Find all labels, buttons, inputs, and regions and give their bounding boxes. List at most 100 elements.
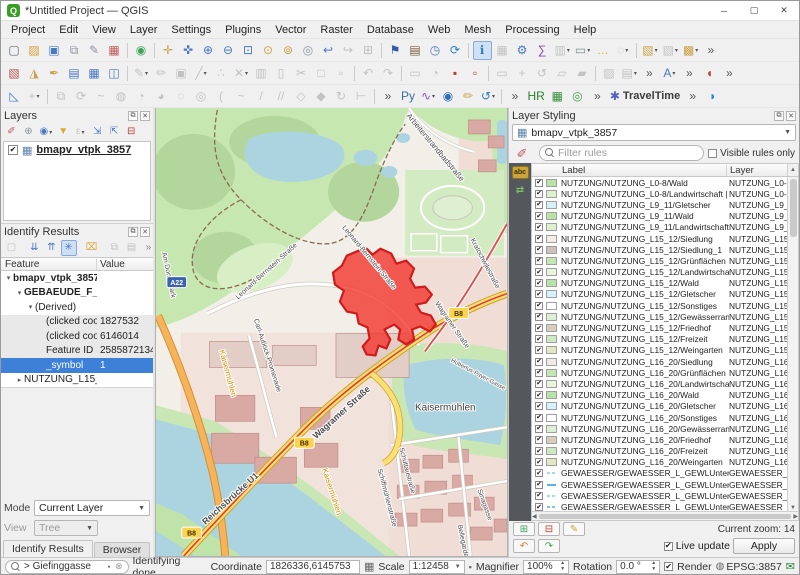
rules-vertical-scrollbar[interactable]: ▼ — [787, 177, 798, 511]
extents-icon[interactable]: ▦ — [364, 560, 374, 573]
menu-plugins[interactable]: Plugins — [218, 23, 268, 37]
rule-row[interactable]: ✔NUTZUNG/NUTZUNG_L9_11/GletscherNUTZUNG_… — [532, 199, 787, 210]
add-rule-button[interactable]: ⊞ — [513, 522, 535, 536]
temporal-controller[interactable]: ◷ — [426, 41, 445, 60]
style-manager[interactable]: ▦ — [105, 41, 124, 60]
rule-row[interactable]: ✔NUTZUNG/NUTZUNG_L15_12/Siedlung_1NUTZUN… — [532, 244, 787, 255]
rule-row[interactable]: ✔GEWAESSER/GEWAESSER_L_GEWLUnterirdisch/… — [532, 501, 787, 511]
coordinate-input[interactable]: 1826336,6145753 — [266, 560, 360, 574]
menu-mesh[interactable]: Mesh — [457, 23, 498, 37]
toolbar-overflow[interactable]: » — [640, 64, 659, 83]
visible-rules-checkbox[interactable] — [708, 149, 717, 158]
rule-checkbox[interactable]: ✔ — [535, 302, 543, 310]
project-properties[interactable]: ✎ — [85, 41, 104, 60]
undo-style-button[interactable]: ↶ — [513, 539, 535, 553]
rule-checkbox[interactable]: ✔ — [535, 279, 543, 287]
rule-row[interactable]: ✔NUTZUNG/NUTZUNG_L15_12/WeingartenNUTZUN… — [532, 345, 787, 356]
menu-project[interactable]: Project — [4, 23, 52, 37]
rule-checkbox[interactable]: ✔ — [535, 414, 543, 422]
save-project-as[interactable]: ⧉ — [65, 41, 84, 60]
rule-checkbox[interactable]: ✔ — [535, 335, 543, 343]
menu-database[interactable]: Database — [360, 23, 421, 37]
new-bookmark[interactable]: ⚑ — [386, 41, 405, 60]
manage-map-themes[interactable]: ◉▾ — [38, 124, 55, 140]
styling-layer-combo[interactable]: ▦ bmapv_vtpk_3857 ▼ — [512, 124, 796, 141]
identify-row[interactable]: ▾GEBAEUDE_F_AGG — [1, 286, 153, 301]
toolbar-overflow[interactable]: » — [701, 41, 720, 60]
scrollbar-thumb[interactable] — [790, 179, 797, 237]
add-group[interactable]: ⊕ — [21, 124, 37, 140]
crs-status-button[interactable]: ◍ EPSG:3857 — [716, 561, 782, 573]
hr-plugin[interactable]: HR — [526, 87, 547, 106]
rule-row[interactable]: ✔NUTZUNG/NUTZUNG_L15_12/SiedlungNUTZUNG_… — [532, 233, 787, 244]
rule-row[interactable]: ✔GEWAESSER/GEWAESSER_L_GEWLUnterirdisch/… — [532, 490, 787, 501]
expand-all[interactable]: ⇲ — [89, 124, 105, 140]
rule-checkbox[interactable]: ✔ — [535, 190, 543, 198]
rule-row[interactable]: ✔NUTZUNG/NUTZUNG_L16_20/GewässerrandNUTZ… — [532, 423, 787, 434]
scale-combo[interactable]: 1:12458▼ — [409, 560, 465, 574]
identify-row[interactable]: _symbol1 — [1, 358, 153, 373]
menu-web[interactable]: Web — [421, 23, 457, 37]
add-spatialite-layer[interactable]: ✒ — [45, 64, 64, 83]
select-by-form[interactable]: ▩▾ — [681, 41, 700, 60]
identify-row[interactable]: Feature ID2585872134 — [1, 344, 153, 359]
map-tips[interactable]: … — [593, 41, 612, 60]
locator-input[interactable]: > Giefinggasse ◔ ⊗ — [5, 560, 129, 574]
select-features[interactable]: ▧▾ — [640, 41, 659, 60]
rule-checkbox[interactable]: ✔ — [535, 447, 543, 455]
edit-rule-button[interactable]: ✎ — [563, 522, 585, 536]
rule-checkbox[interactable]: ✔ — [535, 492, 543, 500]
rule-row[interactable]: ✔GEWAESSER/GEWAESSER_L_GEWLUnterirdisch/… — [532, 468, 787, 479]
rule-checkbox[interactable]: ✔ — [535, 469, 543, 477]
share-project[interactable]: ◉ — [132, 41, 151, 60]
measure-line[interactable]: ▭▾ — [573, 41, 592, 60]
menu-edit[interactable]: Edit — [52, 23, 85, 37]
rule-row[interactable]: ✔NUTZUNG/NUTZUNG_L9_11/Landwirtschaft | … — [532, 222, 787, 233]
identify-row[interactable]: ▸NUTZUNG_L15_12 — [1, 373, 153, 388]
enable-snapping[interactable]: ◖ — [700, 64, 719, 83]
tree-expanded-icon[interactable]: ▾ — [15, 289, 24, 297]
layer-checkbox[interactable]: ✔ — [8, 145, 18, 155]
render-checkbox[interactable]: ✔ — [664, 562, 673, 571]
toolbar-overflow[interactable]: » — [588, 87, 607, 106]
rule-row[interactable]: ✔NUTZUNG/NUTZUNG_L16_20/SonstigesNUTZUNG… — [532, 412, 787, 423]
filter-legend[interactable]: ▼ — [55, 124, 71, 140]
history-tab[interactable]: ⇄ — [512, 184, 529, 197]
pan-map[interactable]: ✛ — [159, 41, 178, 60]
save-project[interactable]: ▣ — [45, 41, 64, 60]
zoom-full[interactable]: ⊡ — [239, 41, 258, 60]
add-mesh-layer[interactable]: ◫ — [105, 64, 124, 83]
zoom-to-selection[interactable]: ⊙ — [259, 41, 278, 60]
scroll-up-icon[interactable]: ▲ — [787, 164, 798, 176]
identify-float-icon[interactable]: ⧉ — [128, 227, 138, 237]
rule-row[interactable]: ✔NUTZUNG/NUTZUNG_L15_12/GewässerrandNUTZ… — [532, 311, 787, 322]
rule-checkbox[interactable]: ✔ — [535, 313, 543, 321]
rule-row[interactable]: ✔NUTZUNG/NUTZUNG_L16_20/GrünflächenNUTZU… — [532, 367, 787, 378]
layers-float-icon[interactable]: ⧉ — [128, 111, 138, 121]
magnifier-input[interactable]: 100%▲▼ — [523, 560, 569, 574]
rule-checkbox[interactable]: ✔ — [535, 358, 543, 366]
highlight-pinned-labels[interactable]: ▫ — [466, 64, 485, 83]
rule-checkbox[interactable]: ✔ — [535, 369, 543, 377]
tree-expanded-icon[interactable]: ▾ — [26, 303, 35, 311]
rule-row[interactable]: ✔NUTZUNG/NUTZUNG_L15_12/FriedhofNUTZUNG_… — [532, 322, 787, 333]
clear-icon[interactable]: ⊗ — [115, 561, 123, 572]
metasearch[interactable]: ◉ — [439, 87, 458, 106]
rule-checkbox[interactable]: ✔ — [535, 235, 543, 243]
tab-identify-results[interactable]: Identify Results — [3, 540, 93, 557]
clear-results[interactable]: ⌧ — [84, 240, 100, 256]
processing-toolbox[interactable]: ⚙ — [513, 41, 532, 60]
collapse-all[interactable]: ⇱ — [106, 124, 122, 140]
remove-rule-button[interactable]: ⊟ — [538, 522, 560, 536]
rule-checkbox[interactable]: ✔ — [535, 324, 543, 332]
zoom-in[interactable]: ⊕ — [199, 41, 218, 60]
traveltime-plugin[interactable]: ✱TravelTime — [608, 87, 682, 106]
rule-row[interactable]: ✔NUTZUNG/NUTZUNG_L16_20/FreizeitNUTZUNG_… — [532, 446, 787, 457]
styling-close-icon[interactable]: ✕ — [786, 111, 796, 121]
menu-help[interactable]: Help — [567, 23, 604, 37]
zoom-out[interactable]: ⊖ — [219, 41, 238, 60]
rule-row[interactable]: ✔NUTZUNG/NUTZUNG_L9_11/WaldNUTZUNG_L9_11 — [532, 211, 787, 222]
profile-plugin[interactable]: ▦ — [548, 87, 567, 106]
menu-view[interactable]: View — [85, 23, 123, 37]
rule-checkbox[interactable]: ✔ — [535, 346, 543, 354]
